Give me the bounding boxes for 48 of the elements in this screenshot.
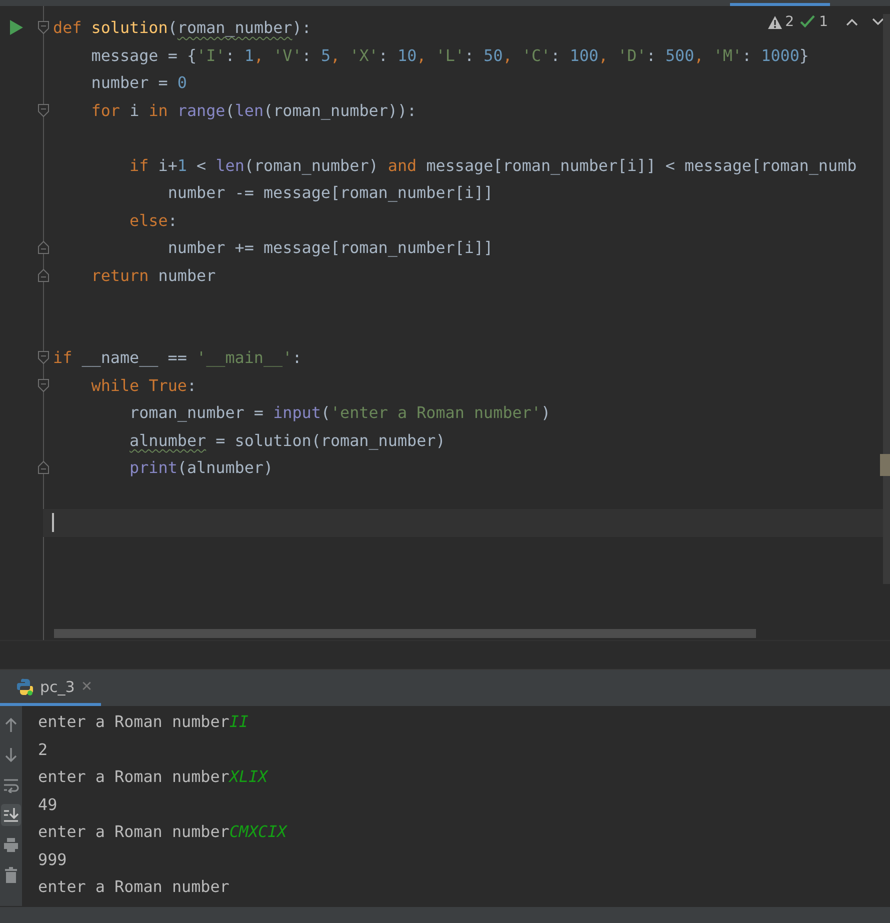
fold-marker-icon[interactable] — [38, 21, 49, 34]
code-line: for i in range(len(roman_number)): — [90, 100, 417, 122]
fold-marker-icon[interactable] — [38, 351, 49, 364]
console-output: enter a Roman number — [38, 712, 230, 731]
fold-marker-icon[interactable] — [38, 241, 49, 254]
chevron-up-icon[interactable] — [846, 18, 858, 26]
text-cursor — [52, 513, 54, 532]
code-line: return number — [90, 264, 216, 286]
entered-text: CMXCIX — [229, 822, 287, 841]
code-line: def solution(roman_number): — [53, 17, 312, 39]
code-line: number = 0 — [90, 72, 187, 94]
console-output: enter a Roman number — [38, 877, 230, 896]
code-line: while True: — [90, 374, 197, 396]
warning-count[interactable]: 2 — [785, 14, 794, 30]
console-output: 999 — [38, 850, 67, 868]
code-line: else: — [128, 210, 178, 232]
fold-marker-icon[interactable] — [38, 378, 49, 392]
code-line: if __name__ == '__main__': — [53, 347, 302, 369]
code-line: if i+1 < len(roman_number) and message[roman_number[i]] < message[roman_numb — [128, 154, 857, 177]
console-tool-button[interactable] — [1, 804, 21, 826]
fold-marker-icon[interactable] — [38, 268, 49, 282]
console-output: enter a Roman number — [38, 822, 230, 841]
console-output: 49 — [38, 794, 58, 814]
scroll-to-end-icon — [3, 807, 19, 823]
python-icon — [16, 678, 34, 696]
down-arrow-icon — [4, 747, 18, 763]
printer-icon — [3, 837, 19, 853]
code-line: number -= message[roman_number[i]] — [166, 182, 494, 204]
warning-icon[interactable] — [768, 16, 782, 28]
console-output: enter a Roman number — [38, 767, 230, 786]
code-line: alnumber = solution(roman_number) — [128, 430, 446, 452]
trash-icon — [4, 867, 18, 883]
warning-marker[interactable] — [880, 454, 890, 476]
entered-text: II — [229, 712, 248, 731]
chevron-down-icon[interactable] — [872, 18, 884, 26]
entered-text: XLIX — [229, 767, 268, 786]
check-icon[interactable] — [800, 15, 816, 29]
fold-marker-icon[interactable] — [38, 461, 49, 474]
code-line: roman_number = input('enter a Roman number') — [128, 402, 551, 424]
run-icon[interactable] — [10, 20, 23, 35]
code-line: number += message[roman_number[i]] — [166, 237, 494, 259]
up-arrow-icon — [4, 717, 18, 733]
console-output: 2 — [38, 740, 48, 758]
soft-wrap-icon — [3, 777, 19, 793]
code-line: message = {'I': 1, 'V': 5, 'X': 10, 'L': 50, 'C': 100, 'D': 500, 'M': 1000} — [90, 44, 809, 66]
passed-count[interactable]: 1 — [819, 14, 828, 30]
fold-marker-icon[interactable] — [38, 104, 49, 116]
code-line: print(alnumber) — [128, 457, 274, 479]
